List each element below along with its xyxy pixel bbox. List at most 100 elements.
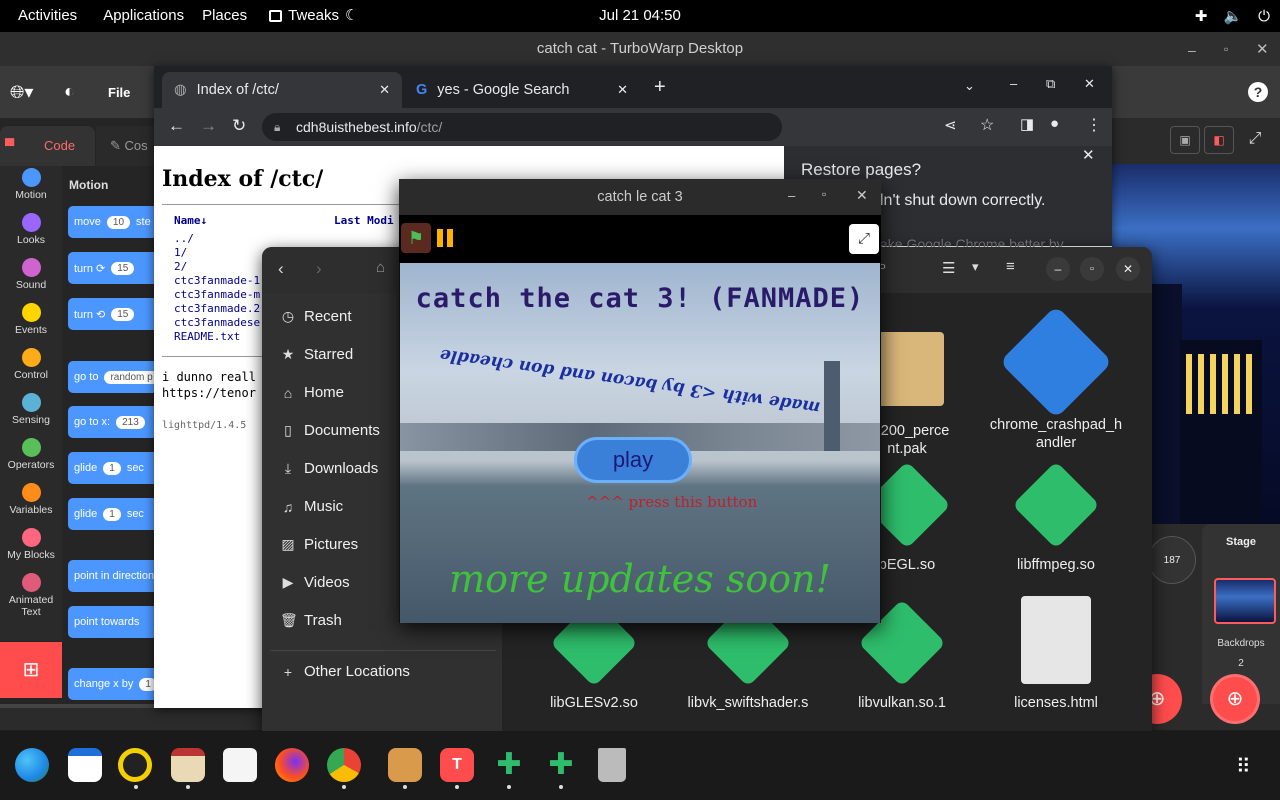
- reload-icon[interactable]: ↻: [232, 116, 246, 136]
- firefox-icon[interactable]: [275, 748, 309, 782]
- block-input[interactable]: 15: [111, 307, 135, 321]
- game-stage[interactable]: catch the cat 3! (FANMADE) made with <3 …: [400, 263, 880, 623]
- category-control[interactable]: Control: [4, 348, 58, 381]
- pause-icon[interactable]: [437, 229, 443, 247]
- minimize-icon[interactable]: –: [1188, 42, 1196, 58]
- view-options-icon[interactable]: ▾: [972, 259, 979, 275]
- applications-menu[interactable]: Applications: [94, 0, 193, 32]
- close-icon[interactable]: ✕: [1116, 257, 1140, 281]
- sidebar-item-recent[interactable]: ◷ Recent: [280, 308, 352, 325]
- motion-block[interactable]: glide 1 sec: [68, 452, 158, 484]
- column-name[interactable]: Name↓: [174, 214, 207, 227]
- menu-icon[interactable]: ⋮: [1086, 115, 1102, 135]
- profile-icon[interactable]: ●: [1050, 115, 1059, 132]
- calendar-icon[interactable]: [68, 748, 102, 782]
- restore-icon[interactable]: ⧉: [1046, 76, 1055, 92]
- block-input[interactable]: 213: [116, 415, 145, 429]
- directory-link[interactable]: 1/: [174, 246, 260, 260]
- directory-link[interactable]: ../: [174, 232, 260, 246]
- directory-link[interactable]: ctc3fanmade-1: [174, 274, 260, 288]
- scratch-cat-icon[interactable]: [388, 748, 422, 782]
- close-icon[interactable]: ✕: [856, 187, 868, 204]
- maximize-icon[interactable]: ▫: [1224, 42, 1228, 56]
- places-menu[interactable]: Places: [193, 0, 256, 32]
- motion-block[interactable]: go to random p: [68, 361, 158, 393]
- scrollbar[interactable]: [0, 704, 155, 708]
- category-operators[interactable]: Operators: [4, 438, 58, 471]
- directory-link[interactable]: 2/: [174, 260, 260, 274]
- tab-costumes[interactable]: ✎ Cos: [96, 126, 156, 166]
- close-icon[interactable]: ✕: [1256, 40, 1269, 58]
- globe-icon[interactable]: 🌐︎▾: [10, 82, 33, 103]
- software-store-icon[interactable]: [223, 748, 257, 782]
- volume-icon[interactable]: 🔈: [1223, 7, 1242, 25]
- forward-icon[interactable]: →: [200, 116, 217, 136]
- chrome-icon[interactable]: [327, 748, 361, 782]
- directory-link[interactable]: README.txt: [174, 330, 260, 344]
- tab-google-search[interactable]: G yes - Google Search ✕: [404, 72, 640, 108]
- theme-icon[interactable]: ◐: [64, 81, 75, 102]
- power-icon[interactable]: ⏻: [1258, 8, 1270, 25]
- block-input[interactable]: random p: [104, 370, 158, 384]
- category-sound[interactable]: Sound: [4, 258, 58, 291]
- category-my-blocks[interactable]: My Blocks: [4, 528, 58, 561]
- sidebar-item-pictures[interactable]: ▨ Pictures: [280, 536, 358, 553]
- motion-block[interactable]: glide 1 sec: [68, 498, 158, 530]
- tab-search-icon[interactable]: ⌄: [964, 78, 975, 94]
- extension-icon[interactable]: ✚: [1195, 7, 1208, 25]
- add-extension-button[interactable]: ⊞: [0, 642, 62, 698]
- minimize-icon[interactable]: –: [1010, 76, 1017, 91]
- motion-block[interactable]: go to x: 213: [68, 406, 158, 438]
- sidebar-item-starred[interactable]: ★ Starred: [280, 346, 353, 363]
- forward-icon[interactable]: ›: [316, 259, 322, 279]
- clock[interactable]: Jul 21 04:50: [599, 7, 681, 24]
- file-item[interactable]: libffmpeg.so: [981, 458, 1131, 574]
- block-input[interactable]: 15: [111, 261, 135, 275]
- back-icon[interactable]: ‹: [278, 259, 284, 279]
- directory-link[interactable]: ctc3fanmade.2: [174, 302, 260, 316]
- fullscreen-icon[interactable]: ⤢: [1240, 126, 1270, 154]
- site-info-icon[interactable]: 🔒︎: [274, 113, 280, 141]
- category-variables[interactable]: Variables: [4, 483, 58, 516]
- small-stage-icon[interactable]: ▣: [1170, 126, 1200, 154]
- large-stage-icon[interactable]: ◧: [1204, 126, 1234, 154]
- home-path-icon[interactable]: ⌂: [376, 259, 385, 276]
- close-bubble-icon[interactable]: ✕: [1082, 146, 1095, 164]
- column-modified[interactable]: Last Modi: [334, 214, 394, 227]
- sidebar-item-home[interactable]: ⌂ Home: [280, 384, 344, 401]
- side-panel-icon[interactable]: ◨: [1020, 115, 1034, 133]
- motion-block[interactable]: turn ⟳ 15: [68, 252, 158, 284]
- category-sensing[interactable]: Sensing: [4, 393, 58, 426]
- close-tab-icon[interactable]: ✕: [617, 82, 628, 98]
- maximize-icon[interactable]: ▫: [1080, 257, 1104, 281]
- maximize-icon[interactable]: ▫: [822, 187, 826, 201]
- sidebar-item-music[interactable]: ♫ Music: [280, 498, 343, 515]
- block-input[interactable]: 10: [106, 215, 131, 229]
- disc-icon[interactable]: [118, 748, 152, 782]
- directory-link[interactable]: ctc3fanmade-m: [174, 288, 260, 302]
- sidebar-item-documents[interactable]: ▯ Documents: [280, 422, 380, 439]
- motion-block[interactable]: move 10 ste: [68, 206, 158, 238]
- category-motion[interactable]: Motion: [4, 168, 58, 201]
- app-grid-icon[interactable]: ⠿: [1236, 754, 1251, 779]
- block-input[interactable]: 1: [103, 461, 121, 475]
- category-events[interactable]: Events: [4, 303, 58, 336]
- directory-link[interactable]: ctc3fanmadese: [174, 316, 260, 330]
- file-menu[interactable]: File: [108, 85, 130, 100]
- sidebar-item-downloads[interactable]: ⤓ Downloads: [280, 460, 378, 477]
- motion-block[interactable]: point towards: [68, 606, 158, 638]
- back-icon[interactable]: ←: [168, 116, 185, 136]
- file-item[interactable]: licenses.html: [981, 596, 1131, 712]
- bookmark-star-icon[interactable]: ☆: [980, 115, 994, 135]
- extension-puzzle-icon[interactable]: ✚: [492, 748, 526, 782]
- motion-block[interactable]: change x by 1: [68, 668, 158, 700]
- help-icon[interactable]: ?: [1248, 82, 1268, 102]
- green-flag-icon[interactable]: ⚑: [401, 223, 431, 253]
- turbowarp-icon[interactable]: T: [440, 748, 474, 782]
- add-backdrop-button[interactable]: ⊕: [1210, 674, 1260, 724]
- share-icon[interactable]: ⋖: [944, 116, 957, 134]
- trash-icon[interactable]: [598, 748, 626, 782]
- tab-code[interactable]: ▀ Code: [0, 126, 95, 166]
- activities-button[interactable]: Activities: [9, 0, 86, 32]
- close-window-icon[interactable]: ✕: [1084, 76, 1095, 92]
